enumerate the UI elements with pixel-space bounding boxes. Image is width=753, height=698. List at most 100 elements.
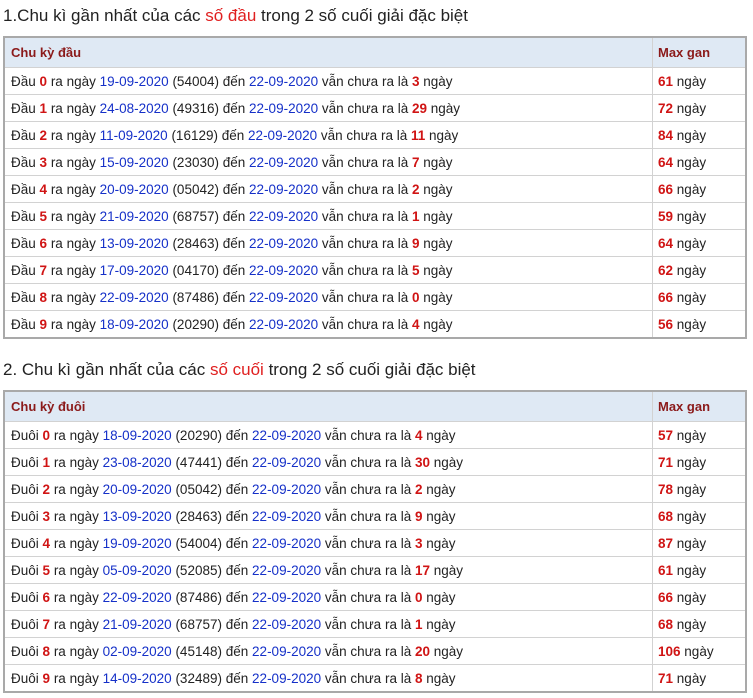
row-label: Đầu [11, 316, 36, 332]
van-chua-text: vẫn chưa ra là [321, 154, 409, 170]
to-date: 22-09-2020 [252, 643, 322, 659]
row-digit: 0 [39, 73, 48, 89]
section1-col1-header: Chu kỳ đầu [5, 38, 653, 67]
result-code: (20290) [172, 316, 219, 332]
row-label: Đuôi [11, 481, 39, 497]
row-description-cell: Đuôi 9 ra ngày 14-09-2020 (32489) đến 22… [5, 665, 653, 691]
ngay-text: ngày [423, 181, 453, 197]
section2-table: Chu kỳ đuôi Max gan Đuôi 0 ra ngày 18-09… [3, 390, 747, 693]
section2-col1-header: Chu kỳ đuôi [5, 392, 653, 421]
den-text: đến [222, 262, 246, 278]
row-description-cell: Đầu 6 ra ngày 13-09-2020 (28463) đến 22-… [5, 230, 653, 256]
ngay-text: ngày [426, 481, 456, 497]
ngay-text: ngày [423, 235, 453, 251]
last-date: 19-09-2020 [102, 535, 172, 551]
ra-ngay-text: ra ngày [53, 508, 99, 524]
max-gan-cell: 71 ngày [653, 665, 745, 691]
van-chua-text: vẫn chưa ra là [324, 427, 412, 443]
ra-ngay-text: ra ngày [53, 643, 99, 659]
table-row: Đuôi 3 ra ngày 13-09-2020 (28463) đến 22… [5, 502, 745, 529]
max-gan-cell: 66 ngày [653, 176, 745, 202]
days-count: 0 [414, 589, 423, 605]
max-gan-cell: 78 ngày [653, 476, 745, 502]
max-gan-cell: 64 ngày [653, 230, 745, 256]
ra-ngay-text: ra ngày [53, 616, 99, 632]
max-gan-cell: 64 ngày [653, 149, 745, 175]
result-code: (87486) [175, 589, 222, 605]
row-description-cell: Đầu 8 ra ngày 22-09-2020 (87486) đến 22-… [5, 284, 653, 310]
result-code: (04170) [172, 262, 219, 278]
section1-col2-header: Max gan [658, 45, 711, 60]
last-date: 21-09-2020 [102, 616, 172, 632]
row-description-cell: Đuôi 7 ra ngày 21-09-2020 (68757) đến 22… [5, 611, 653, 637]
row-description-cell: Đầu 4 ra ngày 20-09-2020 (05042) đến 22-… [5, 176, 653, 202]
last-date: 20-09-2020 [102, 481, 172, 497]
den-text: đến [222, 316, 246, 332]
den-text: đến [225, 454, 249, 470]
ngay-text: ngày [426, 670, 456, 686]
to-date: 22-09-2020 [249, 235, 319, 251]
section1-table-header: Chu kỳ đầu Max gan [5, 38, 745, 67]
ra-ngay-text: ra ngày [50, 100, 96, 116]
row-digit: 8 [42, 643, 51, 659]
max-gan-value: 66 [658, 289, 674, 305]
table-row: Đuôi 7 ra ngày 21-09-2020 (68757) đến 22… [5, 610, 745, 637]
last-date: 18-09-2020 [102, 427, 172, 443]
to-date: 22-09-2020 [249, 316, 319, 332]
ngay-text: ngày [676, 616, 707, 632]
table-row: Đuôi 6 ra ngày 22-09-2020 (87486) đến 22… [5, 583, 745, 610]
den-text: đến [222, 289, 246, 305]
max-gan-value: 84 [658, 127, 674, 143]
row-digit: 8 [39, 289, 48, 305]
table-row: Đuôi 9 ra ngày 14-09-2020 (32489) đến 22… [5, 664, 745, 691]
ngay-text: ngày [676, 73, 707, 89]
den-text: đến [225, 535, 249, 551]
table-row: Đuôi 1 ra ngày 23-08-2020 (47441) đến 22… [5, 448, 745, 475]
ngay-text: ngày [433, 643, 464, 659]
to-date: 22-09-2020 [249, 262, 319, 278]
den-text: đến [225, 427, 249, 443]
row-digit: 4 [42, 535, 51, 551]
den-text: đến [222, 73, 246, 89]
section1-title: 1.Chu kì gần nhất của các số đầu trong 2… [3, 6, 468, 26]
row-description-cell: Đuôi 0 ra ngày 18-09-2020 (20290) đến 22… [5, 422, 653, 448]
table-row: Đuôi 0 ra ngày 18-09-2020 (20290) đến 22… [5, 421, 745, 448]
ngay-text: ngày [676, 562, 707, 578]
to-date: 22-09-2020 [252, 535, 322, 551]
last-date: 19-09-2020 [99, 73, 169, 89]
ngay-text: ngày [433, 562, 464, 578]
van-chua-text: vẫn chưa ra là [321, 289, 409, 305]
result-code: (20290) [175, 427, 222, 443]
last-date: 11-09-2020 [99, 127, 168, 143]
ra-ngay-text: ra ngày [50, 289, 96, 305]
den-text: đến [225, 670, 249, 686]
table-row: Đầu 7 ra ngày 17-09-2020 (04170) đến 22-… [5, 256, 745, 283]
max-gan-cell: 71 ngày [653, 449, 745, 475]
last-date: 15-09-2020 [99, 154, 169, 170]
days-count: 17 [414, 562, 431, 578]
row-digit: 0 [42, 427, 51, 443]
row-label: Đầu [11, 154, 36, 170]
ra-ngay-text: ra ngày [53, 589, 99, 605]
result-code: (23030) [172, 154, 219, 170]
ngay-text: ngày [426, 616, 456, 632]
van-chua-text: vẫn chưa ra là [321, 262, 409, 278]
to-date: 22-09-2020 [249, 181, 319, 197]
ngay-text: ngày [423, 73, 453, 89]
ngay-text: ngày [429, 127, 459, 143]
max-gan-value: 66 [658, 181, 674, 197]
den-text: đến [225, 589, 249, 605]
table-row: Đuôi 2 ra ngày 20-09-2020 (05042) đến 22… [5, 475, 745, 502]
row-description-cell: Đầu 7 ra ngày 17-09-2020 (04170) đến 22-… [5, 257, 653, 283]
ra-ngay-text: ra ngày [50, 73, 96, 89]
van-chua-text: vẫn chưa ra là [324, 454, 412, 470]
max-gan-cell: 62 ngày [653, 257, 745, 283]
ra-ngay-text: ra ngày [53, 427, 99, 443]
result-code: (87486) [172, 289, 219, 305]
den-text: đến [222, 208, 246, 224]
to-date: 22-09-2020 [249, 154, 319, 170]
section2-title-pre: 2. Chu kì gần nhất của các [3, 360, 210, 379]
van-chua-text: vẫn chưa ra là [324, 589, 412, 605]
ngay-text: ngày [426, 508, 456, 524]
result-code: (28463) [175, 508, 222, 524]
